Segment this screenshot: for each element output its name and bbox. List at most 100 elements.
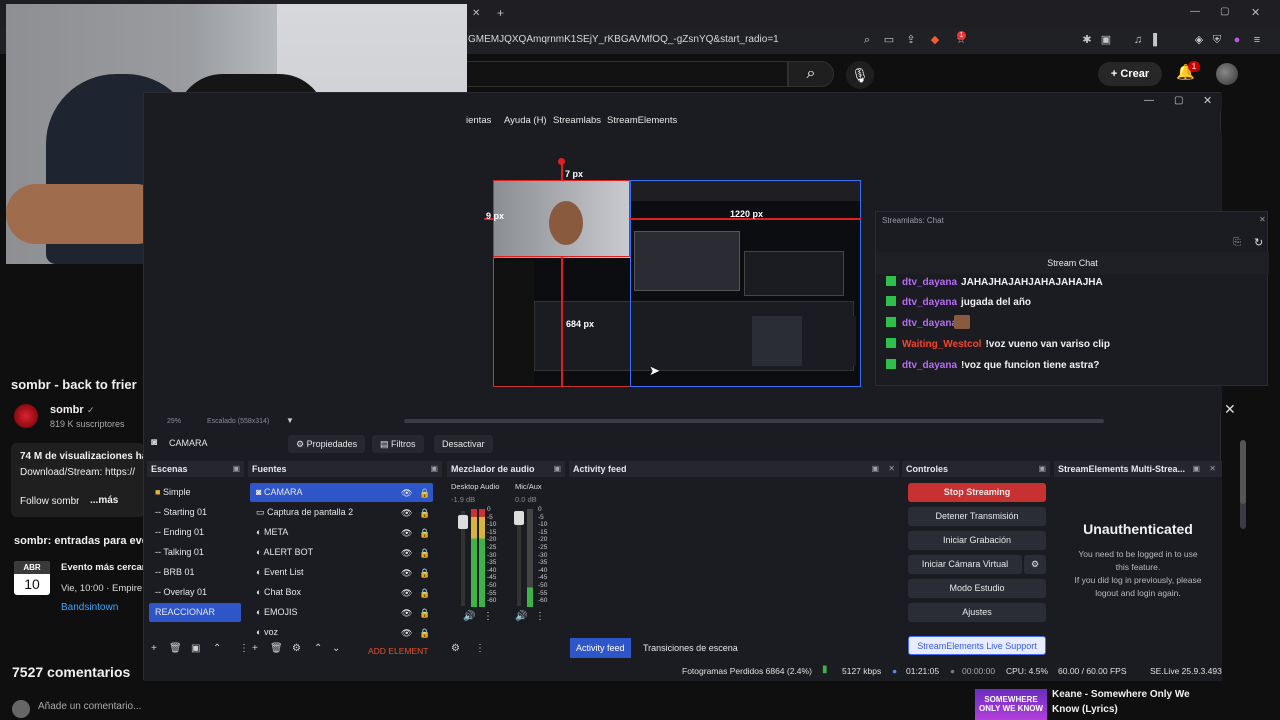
tab-activity-feed[interactable]: Activity feed bbox=[570, 638, 631, 658]
add-comment-input[interactable]: Añade un comentario... bbox=[38, 701, 141, 712]
lock-icon[interactable]: 🔒 bbox=[419, 528, 430, 539]
scene-item[interactable]: -- Starting 01 bbox=[149, 503, 241, 522]
scaled-resolution[interactable]: Escalado (558x314) bbox=[207, 418, 269, 425]
filters-button[interactable]: ▤ Filtros bbox=[372, 435, 424, 453]
close-window-icon[interactable]: ✕ bbox=[1251, 6, 1260, 19]
visibility-eye-icon[interactable]: 👁 bbox=[401, 508, 412, 519]
desktop-mute-icon[interactable]: 🔊 bbox=[463, 611, 475, 622]
studio-mode-button[interactable]: Modo Estudio bbox=[908, 579, 1046, 598]
show-more-link[interactable]: ...más bbox=[90, 495, 118, 506]
lock-icon[interactable]: 🔒 bbox=[419, 588, 430, 599]
menu-streamelements[interactable]: StreamElements bbox=[607, 115, 677, 126]
create-button[interactable]: + Crear bbox=[1098, 62, 1162, 86]
new-tab-icon[interactable]: + bbox=[497, 6, 504, 20]
menu-tools[interactable]: ientas bbox=[466, 115, 491, 126]
channel-name[interactable]: sombr bbox=[50, 404, 84, 416]
zoom-icon[interactable]: ⌕ bbox=[860, 33, 874, 47]
virtual-camera-settings-button[interactable]: ⚙ bbox=[1024, 555, 1046, 574]
mixer-dock-menu-icon[interactable]: ▣ bbox=[553, 461, 561, 477]
selected-source-bounds[interactable] bbox=[493, 180, 630, 257]
visibility-eye-icon[interactable]: 👁 bbox=[401, 528, 412, 539]
event-source[interactable]: Bandsintown bbox=[61, 602, 118, 613]
next-video-title-2[interactable]: Know (Lyrics) bbox=[1052, 704, 1118, 715]
controls-dock-menu-icon[interactable]: ▣ bbox=[1038, 461, 1046, 477]
avatar[interactable] bbox=[1216, 63, 1238, 85]
mixer-settings-icon[interactable]: ⚙ bbox=[451, 643, 460, 654]
cast-icon[interactable]: ▭ bbox=[882, 33, 896, 47]
leo-icon[interactable]: ● bbox=[1230, 33, 1244, 47]
source-settings-icon[interactable]: ⚙ bbox=[292, 643, 301, 654]
lock-icon[interactable]: 🔒 bbox=[419, 608, 430, 619]
activity-dock-close-icon[interactable]: ✕ bbox=[888, 461, 895, 477]
event-title[interactable]: Evento más cercano bbox=[61, 562, 145, 573]
add-source-icon[interactable]: + bbox=[252, 643, 258, 654]
minimize-window-icon[interactable]: — bbox=[1190, 6, 1200, 17]
scenes-dock-menu-icon[interactable]: ▣ bbox=[232, 461, 240, 477]
start-virtual-camera-button[interactable]: Iniciar Cámara Virtual bbox=[908, 555, 1022, 574]
settings-button[interactable]: Ajustes bbox=[908, 603, 1046, 622]
chat-username[interactable]: dtv_dayana bbox=[902, 277, 957, 288]
share-icon[interactable]: ⇪ bbox=[904, 33, 918, 47]
lock-icon[interactable]: 🔒 bbox=[419, 508, 430, 519]
voice-search-button[interactable]: 🎙 bbox=[846, 61, 874, 89]
add-scene-icon[interactable]: + bbox=[151, 643, 157, 654]
disable-button[interactable]: Desactivar bbox=[434, 435, 493, 453]
scene-item[interactable]: -- Ending 01 bbox=[149, 523, 241, 542]
visibility-eye-icon[interactable]: 👁 bbox=[401, 628, 412, 639]
anchor-handle[interactable] bbox=[558, 158, 565, 165]
lock-icon[interactable]: 🔒 bbox=[419, 568, 430, 579]
stop-streaming-button[interactable]: Stop Streaming bbox=[908, 483, 1046, 502]
page-scrollbar[interactable] bbox=[1240, 440, 1246, 504]
mic-volume-slider[interactable] bbox=[517, 511, 521, 606]
search-button[interactable]: ⌕ bbox=[788, 61, 834, 87]
sources-dock-menu-icon[interactable]: ▣ bbox=[430, 461, 438, 477]
obs-maximize-icon[interactable]: ▢ bbox=[1174, 95, 1183, 106]
channel-avatar[interactable] bbox=[14, 404, 38, 428]
maximize-window-icon[interactable]: ▢ bbox=[1220, 6, 1229, 17]
chat-username[interactable]: dtv_dayana bbox=[902, 297, 957, 308]
visibility-eye-icon[interactable]: 👁 bbox=[401, 588, 412, 599]
obs-close-icon[interactable]: ✕ bbox=[1203, 94, 1212, 107]
search-input[interactable] bbox=[466, 61, 788, 87]
chat-refresh-icon[interactable]: ↻ bbox=[1254, 236, 1263, 249]
menu-help[interactable]: Ayuda (H) bbox=[504, 115, 547, 126]
live-support-button[interactable]: StreamElements Live Support bbox=[908, 636, 1046, 655]
se-dock-menu-icon[interactable]: ▣ bbox=[1192, 461, 1200, 477]
preview-horizontal-scrollbar[interactable] bbox=[404, 419, 1104, 423]
next-video-title-1[interactable]: Keane - Somewhere Only We bbox=[1052, 689, 1190, 700]
chat-popout-icon[interactable]: ⎘ bbox=[1233, 237, 1241, 248]
visibility-eye-icon[interactable]: 👁 bbox=[401, 488, 412, 499]
mixer-more-icon[interactable]: ⋮ bbox=[475, 643, 485, 654]
chat-username[interactable]: dtv_dayana bbox=[902, 360, 957, 371]
mic-volume-handle[interactable] bbox=[514, 511, 524, 525]
delete-scene-icon[interactable]: 🗑 bbox=[169, 643, 182, 654]
menu-icon[interactable]: ≡ bbox=[1250, 33, 1264, 47]
scale-percent[interactable]: 29% bbox=[167, 418, 181, 425]
close-tab-icon[interactable]: ✕ bbox=[472, 8, 480, 19]
source-up-icon[interactable]: ⌃ bbox=[314, 643, 322, 654]
stop-broadcast-button[interactable]: Detener Transmisión bbox=[908, 507, 1046, 526]
delete-source-icon[interactable]: 🗑 bbox=[270, 643, 283, 654]
menu-streamlabs[interactable]: Streamlabs bbox=[553, 115, 601, 126]
scene-up-icon[interactable]: ⌃ bbox=[213, 643, 221, 654]
scene-item[interactable]: -- Overlay 01 bbox=[149, 583, 241, 602]
sidebar-icon[interactable]: ▌ bbox=[1150, 33, 1164, 47]
extensions-icon[interactable]: ✱ bbox=[1080, 33, 1094, 47]
add-element-button[interactable]: ADD ELEMENT bbox=[368, 646, 428, 656]
scene-filters-icon[interactable]: ▣ bbox=[191, 643, 200, 654]
music-icon[interactable]: ♫ bbox=[1131, 33, 1145, 47]
mic-more-icon[interactable]: ⋮ bbox=[535, 611, 545, 622]
vpn-icon[interactable]: ⛨ bbox=[1210, 33, 1224, 47]
lock-icon[interactable]: 🔒 bbox=[419, 548, 430, 559]
desktop-more-icon[interactable]: ⋮ bbox=[483, 611, 493, 622]
brave-shield-icon[interactable]: ◆ bbox=[928, 33, 942, 47]
url-text[interactable]: GMEMJQXQAmqrnmK1SEjY_rKBGAVMfOQ_-gZsnYQ&… bbox=[468, 34, 779, 45]
properties-button[interactable]: ⚙ Propiedades bbox=[288, 435, 366, 453]
next-video-thumbnail[interactable]: SOMEWHERE ONLY WE KNOW bbox=[975, 689, 1047, 720]
scale-dropdown-icon[interactable]: ▼ bbox=[286, 416, 294, 425]
scene-item[interactable]: -- BRB 01 bbox=[149, 563, 241, 582]
scene-item[interactable]: ■ Simple bbox=[149, 483, 241, 502]
activity-dock-menu-icon[interactable]: ▣ bbox=[871, 461, 879, 477]
visibility-eye-icon[interactable]: 👁 bbox=[401, 608, 412, 619]
se-dock-close-icon[interactable]: ✕ bbox=[1209, 461, 1216, 477]
